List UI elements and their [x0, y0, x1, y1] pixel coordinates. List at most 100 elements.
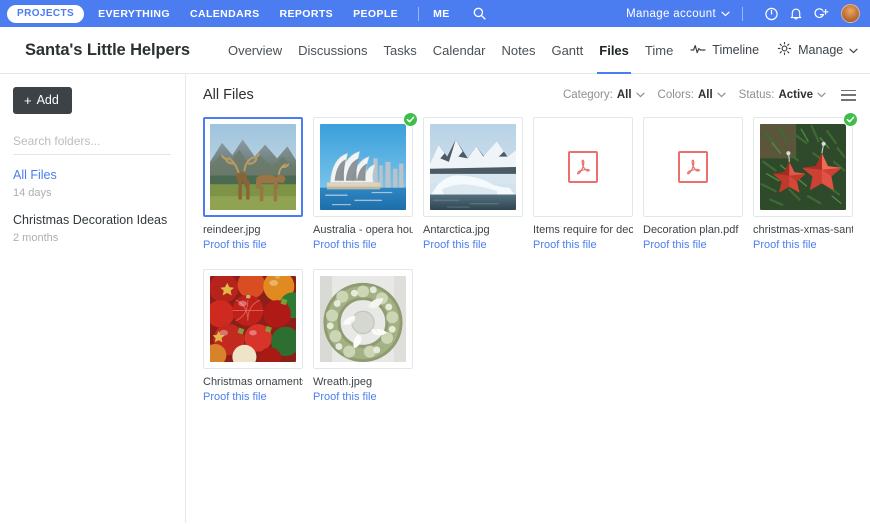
- filter-colors-label: Colors:: [657, 89, 694, 101]
- file-name: Wreath.jpeg: [313, 375, 373, 388]
- nav-me[interactable]: ME: [433, 8, 450, 20]
- list-view-icon[interactable]: [841, 89, 856, 101]
- file-thumbnail[interactable]: [753, 112, 858, 217]
- file-grid: reindeer.jpg Proof this file Australia -…: [203, 112, 858, 421]
- approved-check-icon: [403, 112, 418, 127]
- tab-files[interactable]: Files: [591, 27, 637, 74]
- file-thumbnail[interactable]: [643, 117, 743, 217]
- nav-reports[interactable]: REPORTS: [280, 8, 334, 20]
- global-top-bar: PROJECTS EVERYTHING CALENDARS REPORTS PE…: [0, 0, 870, 27]
- file-card[interactable]: Decoration plan.pdf Proof this file: [643, 117, 743, 253]
- page-body: + Add All Files 14 days Christmas Decora…: [0, 74, 870, 523]
- bell-icon[interactable]: [785, 3, 807, 25]
- files-title: All Files: [203, 87, 254, 103]
- chevron-down-icon: [717, 91, 726, 100]
- tab-discussions[interactable]: Discussions: [290, 27, 375, 74]
- folder-meta: 2 months: [13, 231, 59, 244]
- sidebar-item-all-files[interactable]: All Files 14 days: [13, 167, 171, 199]
- sidebar-item-christmas-decoration-ideas[interactable]: Christmas Decoration Ideas 2 months: [13, 212, 171, 244]
- tab-overview[interactable]: Overview: [220, 27, 290, 74]
- project-header-actions: Timeline Manage Help: [681, 41, 870, 59]
- tab-tasks[interactable]: Tasks: [376, 27, 425, 74]
- proof-file-link[interactable]: Proof this file: [643, 239, 743, 253]
- proof-file-link[interactable]: Proof this file: [313, 239, 413, 253]
- file-thumbnail[interactable]: [313, 112, 418, 217]
- tab-gantt[interactable]: Gantt: [543, 27, 591, 74]
- tab-calendar[interactable]: Calendar: [425, 27, 494, 74]
- file-thumbnail[interactable]: [313, 268, 413, 369]
- file-thumbnail[interactable]: [203, 268, 303, 369]
- filter-status[interactable]: Status: Active: [739, 89, 826, 101]
- proof-file-link[interactable]: Proof this file: [753, 239, 853, 253]
- file-card[interactable]: Australia - opera hous... Proof this fil…: [313, 112, 418, 253]
- pdf-file-icon: [568, 151, 598, 183]
- proof-file-link[interactable]: Proof this file: [313, 391, 413, 405]
- tab-time[interactable]: Time: [637, 27, 681, 74]
- thumbnail-image-ornaments: [210, 275, 296, 362]
- search-icon[interactable]: [469, 3, 491, 25]
- tab-notes[interactable]: Notes: [494, 27, 544, 74]
- chevron-down-icon: [817, 91, 826, 100]
- thumbnail-image-wreath: [320, 275, 406, 362]
- add-button[interactable]: + Add: [13, 87, 72, 114]
- folder-name: Christmas Decoration Ideas: [13, 212, 168, 227]
- file-name: Decoration plan.pdf: [643, 224, 739, 236]
- thumbnail-image-opera-house: [320, 124, 406, 210]
- file-name: Australia - opera hous...: [313, 224, 413, 236]
- file-name: Antarctica.jpg: [423, 224, 490, 236]
- project-tabs: Overview Discussions Tasks Calendar Note…: [220, 27, 681, 74]
- timer-icon[interactable]: [760, 3, 782, 25]
- sidebar: + Add All Files 14 days Christmas Decora…: [0, 74, 186, 523]
- file-thumbnail[interactable]: [533, 117, 633, 217]
- chevron-down-icon: [721, 8, 730, 20]
- file-card[interactable]: reindeer.jpg Proof this file: [203, 117, 303, 253]
- nav-people[interactable]: PEOPLE: [353, 8, 398, 20]
- manage-button[interactable]: Manage: [768, 41, 867, 59]
- add-person-icon[interactable]: [810, 3, 832, 25]
- nav-calendars[interactable]: CALENDARS: [190, 8, 260, 20]
- proof-file-link[interactable]: Proof this file: [423, 239, 523, 253]
- filter-status-value: Active: [778, 89, 813, 101]
- approved-check-icon: [843, 112, 858, 127]
- file-thumbnail[interactable]: [203, 117, 303, 217]
- manage-account-label: Manage account: [626, 7, 716, 20]
- filter-status-label: Status:: [738, 89, 775, 101]
- manage-label: Manage: [798, 43, 844, 57]
- project-header: Santa's Little Helpers Overview Discussi…: [0, 27, 870, 74]
- proof-file-link[interactable]: Proof this file: [203, 239, 303, 253]
- timeline-button[interactable]: Timeline: [681, 43, 768, 58]
- avatar[interactable]: [841, 4, 860, 23]
- pdf-file-icon: [678, 151, 708, 183]
- activity-pulse-icon: [690, 43, 706, 58]
- proof-file-link[interactable]: Proof this file: [533, 239, 633, 253]
- proof-file-link[interactable]: Proof this file: [203, 391, 303, 405]
- chevron-down-icon: [849, 43, 858, 57]
- thumbnail-image-xmas-stars: [760, 124, 846, 210]
- filter-category-value: All: [616, 89, 632, 101]
- filter-category[interactable]: Category: All: [563, 89, 645, 101]
- file-card[interactable]: Wreath.jpeg Proof this file: [313, 268, 413, 405]
- main-content: All Files Category: All Colors: All Stat…: [186, 74, 870, 523]
- timeline-label: Timeline: [712, 43, 760, 57]
- file-name: Christmas ornaments....: [203, 375, 303, 388]
- file-card[interactable]: Items require for deco... Proof this fil…: [533, 117, 633, 253]
- page-title: Santa's Little Helpers: [25, 40, 190, 59]
- filter-bar: Category: All Colors: All Status: Active: [563, 89, 856, 101]
- plus-icon: +: [24, 92, 32, 108]
- file-card[interactable]: Christmas ornaments.... Proof this file: [203, 268, 303, 405]
- nav-projects[interactable]: PROJECTS: [7, 4, 85, 23]
- manage-account-menu[interactable]: Manage account: [626, 8, 730, 20]
- add-button-label: Add: [36, 93, 59, 107]
- filter-colors[interactable]: Colors: All: [658, 89, 726, 101]
- files-header: All Files Category: All Colors: All Stat…: [203, 87, 856, 103]
- search-folders-input[interactable]: [13, 131, 171, 155]
- folder-list: All Files 14 days Christmas Decoration I…: [13, 167, 171, 244]
- file-thumbnail[interactable]: [423, 117, 523, 217]
- nav-everything[interactable]: EVERYTHING: [98, 8, 170, 20]
- filter-category-label: Category:: [562, 89, 613, 101]
- global-nav-links: PROJECTS EVERYTHING CALENDARS REPORTS PE…: [7, 3, 491, 25]
- file-card[interactable]: Antarctica.jpg Proof this file: [423, 117, 523, 253]
- gear-icon: [777, 41, 792, 59]
- file-card[interactable]: christmas-xmas-santa... Proof this file: [753, 112, 858, 253]
- account-divider: [742, 6, 743, 21]
